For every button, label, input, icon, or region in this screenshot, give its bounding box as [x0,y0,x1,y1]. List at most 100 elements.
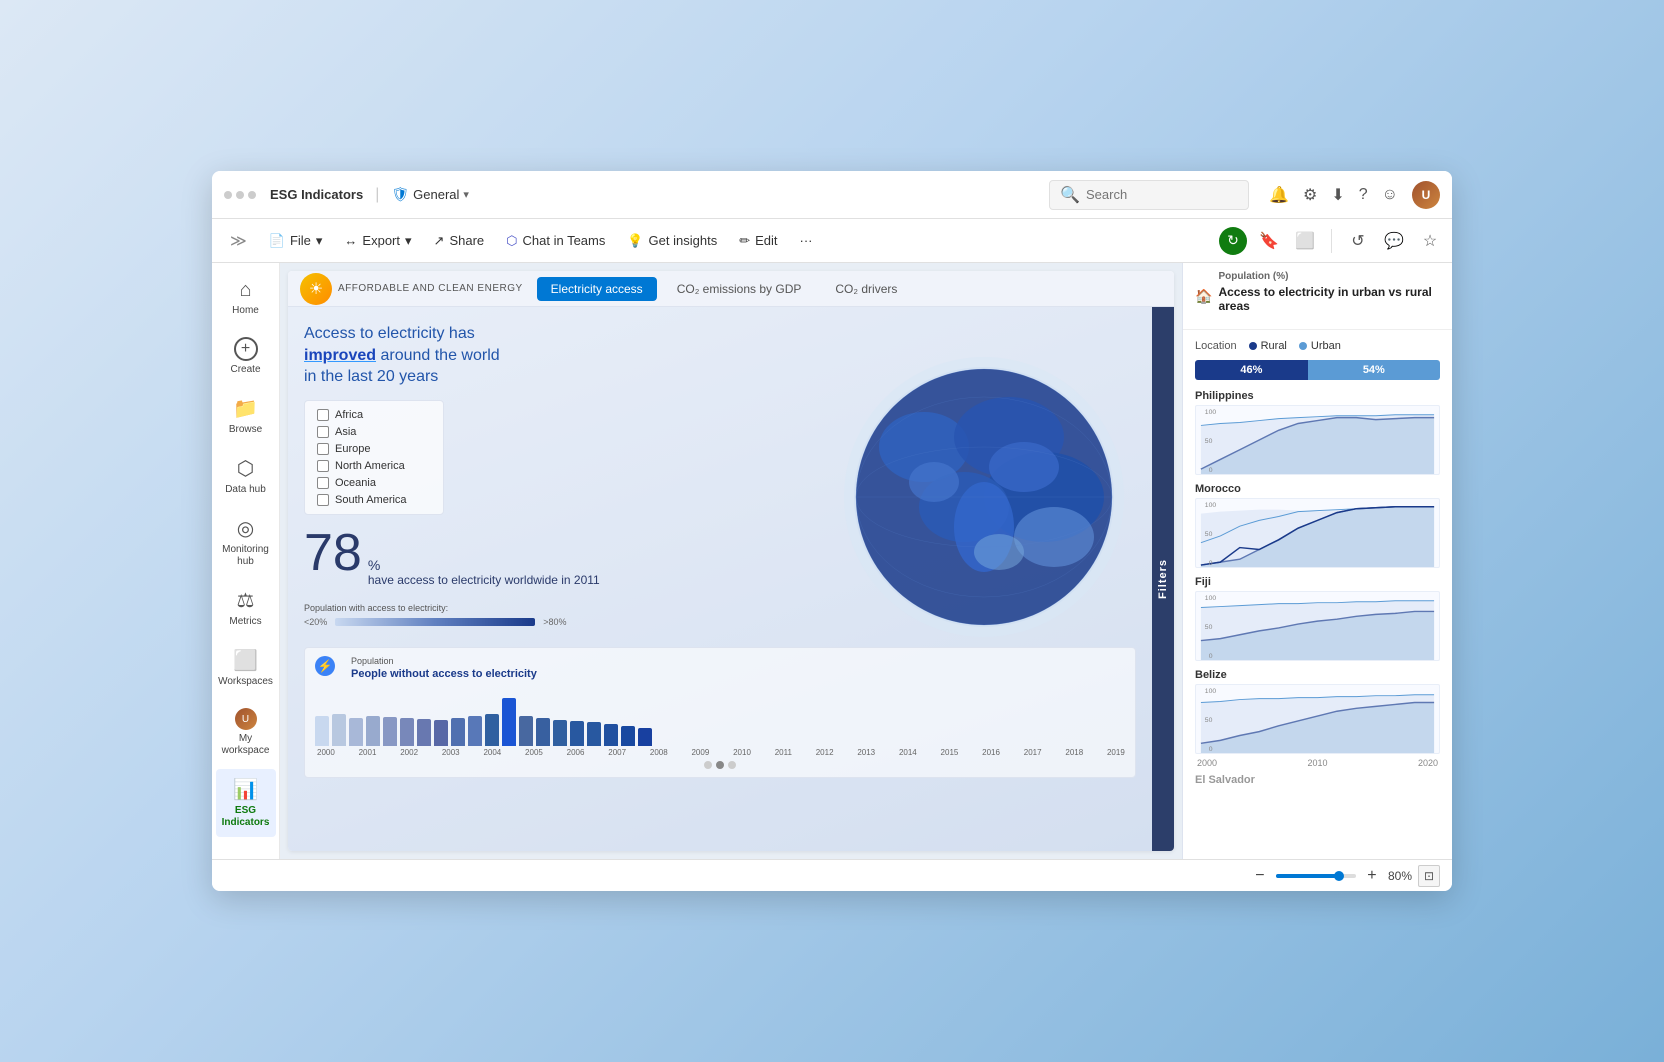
back-btn[interactable]: ↺ [1344,227,1372,255]
insights-btn[interactable]: 💡 Get insights [617,228,727,254]
bar-2013 [536,718,550,746]
filter-card-subtitle: Access to electricity in urban vs rural … [1218,285,1440,313]
zoom-out-btn[interactable]: − [1250,866,1270,886]
x-axis-labels: 2000 2010 2020 [1195,758,1440,768]
legend-north-america: North America [317,460,431,472]
sidebar-item-create[interactable]: + Create [216,329,276,384]
export-btn[interactable]: ↔ Export ▾ [334,228,421,254]
zoom-in-btn[interactable]: + [1362,866,1382,886]
svg-text:100: 100 [1205,688,1217,695]
checkbox-europe[interactable] [317,443,329,455]
sidebar-item-myworkspace[interactable]: U My workspace [216,700,276,765]
app-name: ESG Indicators [270,187,363,202]
belize-chart: 100 50 0 [1195,684,1440,754]
bar-2002 [349,718,363,746]
bookmark-btn[interactable]: 🔖 [1255,227,1283,255]
sidebar-item-workspaces[interactable]: ⬜ Workspaces [216,640,276,696]
filter-section: Location Rural Urban 46% [1183,330,1452,859]
notification-icon[interactable]: 🔔 [1269,185,1289,205]
refresh-btn[interactable]: ↻ [1219,227,1247,255]
edit-btn[interactable]: ✏ Edit [729,228,787,254]
filter-panel-header: 🏠 Population (%) Access to electricity i… [1183,263,1452,330]
sidebar-item-esg[interactable]: 📊 ESGIndicators [216,769,276,837]
more-toolbar-btn[interactable]: ··· [790,228,823,253]
fiji-title: Fiji [1195,576,1440,588]
sidebar-item-monitoring[interactable]: ◎ Monitoring hub [216,508,276,576]
bar-2003 [366,716,380,746]
globe-container [824,337,1144,657]
bar-2010 [485,714,499,746]
expand-btn[interactable]: ≫ [220,226,257,256]
report-card: ☀ AFFORDABLE AND CLEAN ENERGY Electricit… [288,271,1174,851]
share-icon: ↗ [434,233,445,249]
checkbox-asia[interactable] [317,426,329,438]
sidebar-item-metrics[interactable]: ⚖ Metrics [216,580,276,636]
comment-btn[interactable]: 💬 [1380,227,1408,255]
esg-icon: 📊 [233,777,258,802]
filters-tab[interactable]: Filters [1152,307,1174,851]
download-icon[interactable]: ⬇ [1331,185,1344,205]
urban-dot [1299,342,1307,350]
view-btn[interactable]: ⬜ [1291,227,1319,255]
sidebar-item-home[interactable]: ⌂ Home [216,271,276,325]
emoji-icon[interactable]: ☺ [1382,186,1398,204]
sidebar-item-create-label: Create [230,364,260,376]
svg-text:50: 50 [1205,531,1213,538]
bar-2009 [468,716,482,746]
fiji-chart: 100 50 0 [1195,591,1440,661]
split-bar: 46% 54% [1195,360,1440,380]
toolbar: ≫ 📄 File ▾ ↔ Export ▾ ↗ Share ⬡ Chat in … [212,219,1452,263]
tab-co2-gdp[interactable]: CO₂ emissions by GDP [663,277,816,301]
sidebar-item-more[interactable]: ··· More... [216,845,276,859]
lightning-icon: ⚡ [315,656,335,676]
checkbox-south-america[interactable] [317,494,329,506]
bar-2018 [621,726,635,746]
settings-icon[interactable]: ⚙ [1303,185,1317,205]
chat-teams-btn[interactable]: ⬡ Chat in Teams [496,228,615,254]
checkbox-north-america[interactable] [317,460,329,472]
sdg-label: AFFORDABLE AND CLEAN ENERGY [338,283,523,294]
browse-icon: 📁 [233,396,258,421]
workspace-selector[interactable]: 🛡 General ▾ [391,186,469,203]
search-input[interactable] [1086,187,1238,202]
lightbulb-icon: 💡 [627,233,643,249]
legend-south-america: South America [317,494,431,506]
file-btn[interactable]: 📄 File ▾ [259,228,333,254]
mini-chart-fiji: Fiji 100 50 0 [1195,576,1440,661]
sidebar-item-monitoring-label: Monitoring hub [222,544,270,568]
file-icon: 📄 [269,233,285,249]
bottom-chart: ⚡ Population People without access to el… [304,647,1136,778]
tab-co2-drivers[interactable]: CO₂ drivers [821,277,911,301]
status-bar: − + 80% ⊡ [212,859,1452,891]
checkbox-oceania[interactable] [317,477,329,489]
search-box[interactable]: 🔍 [1049,180,1249,210]
legend-oceania: Oceania [317,477,431,489]
svg-text:0: 0 [1209,746,1213,753]
share-btn[interactable]: ↗ Share [424,228,495,254]
report-area: ☀ AFFORDABLE AND CLEAN ENERGY Electricit… [280,263,1452,859]
help-icon[interactable]: ? [1359,186,1368,204]
checkbox-africa[interactable] [317,409,329,421]
rural-dot [1249,342,1257,350]
stat-unit: % [368,557,600,573]
next-country-partial: El Salvador [1195,774,1440,786]
bar-2004 [383,717,397,746]
bar-2012 [519,716,533,746]
tab-electricity[interactable]: Electricity access [537,277,657,301]
bar-2014 [553,720,567,746]
zoom-slider[interactable] [1276,874,1356,878]
urban-label: Urban [1311,340,1341,352]
star-btn[interactable]: ☆ [1416,227,1444,255]
workspace-name: General [413,187,459,202]
morocco-chart: 100 50 0 [1195,498,1440,568]
avatar[interactable]: U [1412,181,1440,209]
sidebar-item-browse[interactable]: 📁 Browse [216,388,276,444]
file-chevron-icon: ▾ [316,233,323,249]
tab-co2-drivers-label: CO₂ drivers [835,282,897,296]
fit-btn[interactable]: ⊡ [1418,865,1440,887]
zoom-controls: − + 80% ⊡ [1250,865,1440,887]
svg-text:50: 50 [1205,624,1213,631]
bar-2017 [604,724,618,746]
belize-title: Belize [1195,669,1440,681]
sidebar-item-datahub[interactable]: ⬡ Data hub [216,448,276,504]
